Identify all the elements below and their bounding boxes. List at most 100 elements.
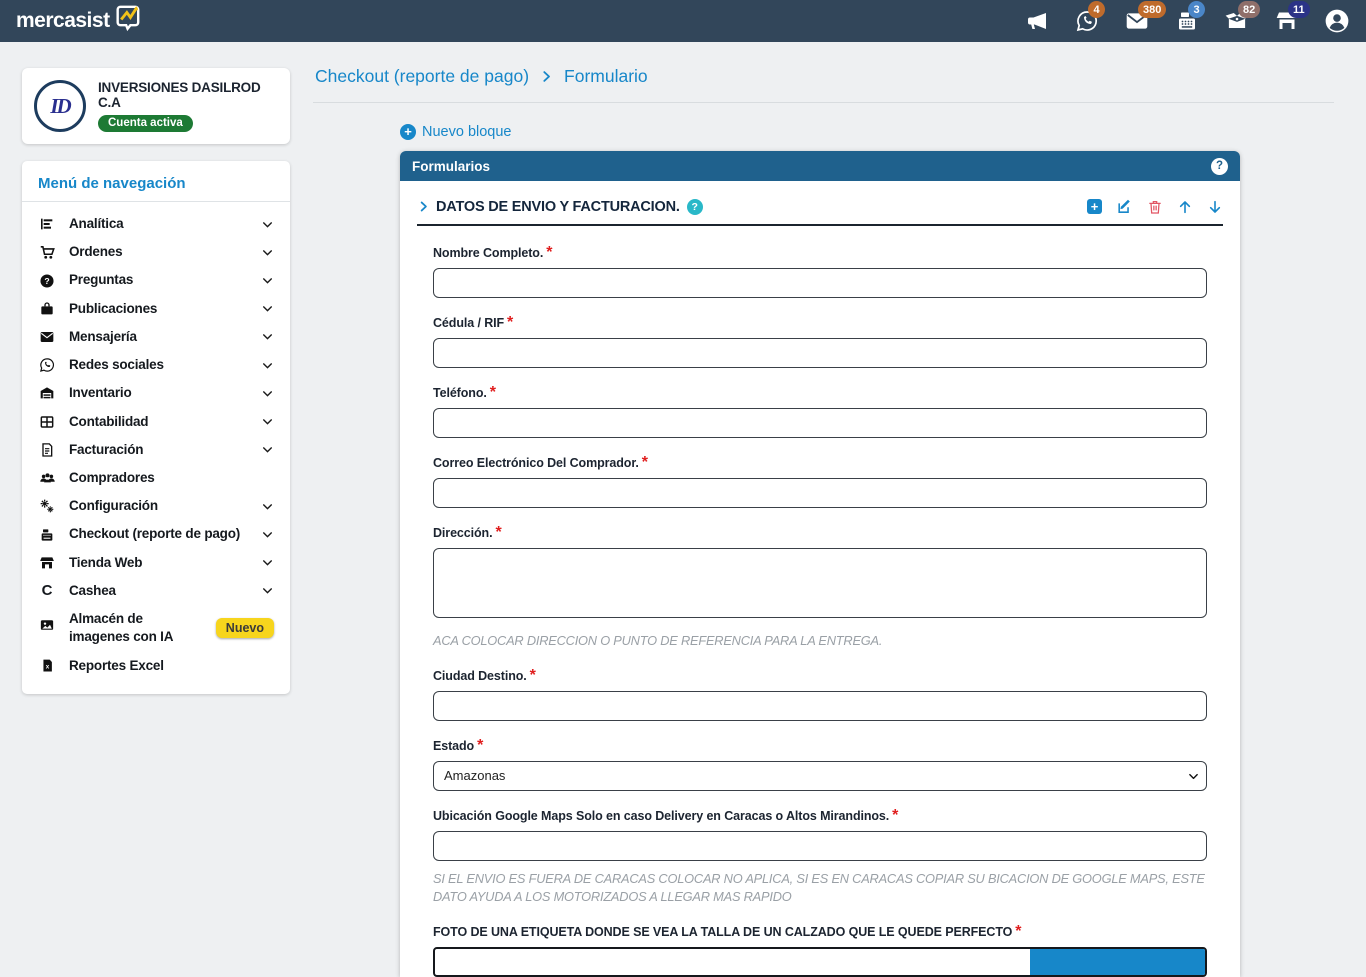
- chevron-down-icon: [261, 359, 274, 372]
- chevron-down-icon: [261, 387, 274, 400]
- breadcrumb-current: Formulario: [564, 66, 648, 87]
- question-circle-icon: ?: [38, 272, 56, 290]
- analytics-icon: [38, 215, 56, 233]
- megaphone-icon[interactable]: [1024, 8, 1050, 34]
- sidebar-item-mensajeria[interactable]: Mensajería: [22, 323, 290, 351]
- field-label: FOTO DE UNA ETIQUETA DONDE SE VEA LA TAL…: [433, 925, 1012, 939]
- panel-body: DATOS DE ENVIO Y FACTURACION. ? + Nombre…: [400, 181, 1240, 977]
- user-avatar[interactable]: [1324, 8, 1350, 34]
- store-icon[interactable]: 11: [1274, 8, 1300, 34]
- section-help-icon[interactable]: ?: [687, 199, 703, 215]
- cash-register-icon[interactable]: 3: [1174, 8, 1200, 34]
- sidebar-item-preguntas[interactable]: ? Preguntas: [22, 266, 290, 294]
- field-ciudad-destino: Ciudad Destino.*: [433, 667, 1207, 721]
- delete-icon[interactable]: [1147, 199, 1163, 215]
- required-asterisk: *: [477, 737, 483, 754]
- cedula-rif-input[interactable]: [433, 338, 1207, 368]
- ubicacion-maps-input[interactable]: [433, 831, 1207, 861]
- company-logo: ID: [34, 80, 86, 132]
- sidebar-item-reportes-excel[interactable]: x Reportes Excel: [22, 652, 290, 680]
- package-box-icon[interactable]: 82: [1224, 8, 1250, 34]
- sidebar-item-label: Ordenes: [69, 243, 122, 261]
- chevron-down-icon: [261, 443, 274, 456]
- required-asterisk: *: [892, 807, 898, 824]
- package-icon: [38, 300, 56, 318]
- chevron-down-icon: [261, 556, 274, 569]
- direccion-textarea[interactable]: [433, 548, 1207, 618]
- file-browse-button[interactable]: [1030, 949, 1205, 975]
- chevron-down-icon: [261, 330, 274, 343]
- sidebar-item-inventario[interactable]: Inventario: [22, 379, 290, 407]
- sidebar-item-contabilidad[interactable]: Contabilidad: [22, 408, 290, 436]
- whatsapp-badge: 4: [1088, 1, 1105, 18]
- sidebar-item-label: Contabilidad: [69, 413, 148, 431]
- field-label: Nombre Completo.: [433, 246, 543, 260]
- gears-icon: [38, 497, 56, 515]
- add-field-button[interactable]: +: [1087, 199, 1102, 214]
- sidebar-item-cashea[interactable]: C Cashea: [22, 577, 290, 605]
- sidebar-item-configuracion[interactable]: Configuración: [22, 492, 290, 520]
- breadcrumb-parent[interactable]: Checkout (reporte de pago): [315, 66, 529, 87]
- new-block-label: Nuevo bloque: [422, 124, 512, 140]
- field-telefono: Teléfono.*: [433, 384, 1207, 438]
- svg-text:?: ?: [44, 276, 49, 286]
- help-icon[interactable]: ?: [1211, 158, 1228, 175]
- field-estado: Estado* Amazonas: [433, 737, 1207, 791]
- brand-logo[interactable]: mercasist: [16, 3, 146, 39]
- chevron-right-icon[interactable]: [417, 200, 430, 213]
- mail-icon[interactable]: 380: [1124, 8, 1150, 34]
- sidebar-item-compradores[interactable]: Compradores: [22, 464, 290, 492]
- field-nombre-completo: Nombre Completo.*: [433, 244, 1207, 298]
- move-up-icon[interactable]: [1177, 199, 1193, 215]
- cart-icon: [38, 243, 56, 261]
- forms-panel: Formularios ? DATOS DE ENVIO Y FACTURACI…: [400, 151, 1240, 977]
- cash-register-badge: 3: [1188, 1, 1205, 18]
- menu-title: Menú de navegación: [22, 173, 290, 202]
- required-asterisk: *: [490, 384, 496, 401]
- nuevo-badge: Nuevo: [216, 618, 274, 638]
- store-badge: 11: [1288, 1, 1310, 18]
- field-label: Teléfono.: [433, 386, 487, 400]
- telefono-input[interactable]: [433, 408, 1207, 438]
- chevron-down-icon: [261, 584, 274, 597]
- sidebar-item-almacen-imagenes[interactable]: Almacén de imagenes con IA Nuevo: [22, 605, 290, 651]
- sidebar-item-analitica[interactable]: Analítica: [22, 210, 290, 238]
- chevron-down-icon: [261, 528, 274, 541]
- panel-header: Formularios ?: [400, 151, 1240, 181]
- sidebar-item-label: Redes sociales: [69, 356, 164, 374]
- chevron-down-icon: [261, 274, 274, 287]
- field-foto-etiqueta: FOTO DE UNA ETIQUETA DONDE SE VEA LA TAL…: [433, 923, 1207, 977]
- sidebar-item-tienda-web[interactable]: Tienda Web: [22, 549, 290, 577]
- move-down-icon[interactable]: [1207, 199, 1223, 215]
- sidebar-item-label: Checkout (reporte de pago): [69, 525, 240, 543]
- sidebar-item-label: Configuración: [69, 497, 158, 515]
- sidebar-item-redes-sociales[interactable]: Redes sociales: [22, 351, 290, 379]
- sidebar-item-checkout[interactable]: Checkout (reporte de pago): [22, 520, 290, 548]
- field-label: Dirección.: [433, 526, 492, 540]
- chevron-down-icon: [261, 246, 274, 259]
- sidebar-item-publicaciones[interactable]: Publicaciones: [22, 295, 290, 323]
- nombre-completo-input[interactable]: [433, 268, 1207, 298]
- whatsapp-icon[interactable]: 4: [1074, 8, 1100, 34]
- field-label: Ubicación Google Maps Solo en caso Deliv…: [433, 809, 889, 823]
- new-block-button[interactable]: + Nuevo bloque: [400, 124, 1240, 140]
- navigation-menu: Menú de navegación Analítica Ordenes ? P…: [22, 161, 290, 694]
- sidebar-item-facturacion[interactable]: Facturación: [22, 436, 290, 464]
- estado-select[interactable]: Amazonas: [433, 761, 1207, 791]
- required-asterisk: *: [1015, 923, 1021, 940]
- store-icon: [38, 554, 56, 572]
- svg-text:x: x: [45, 664, 49, 671]
- sidebar-item-label: Publicaciones: [69, 300, 157, 318]
- sidebar-item-label: Compradores: [69, 469, 155, 487]
- sidebar-item-ordenes[interactable]: Ordenes: [22, 238, 290, 266]
- sidebar-item-label: Tienda Web: [69, 554, 142, 572]
- ciudad-destino-input[interactable]: [433, 691, 1207, 721]
- field-helper-text: SI EL ENVIO ES FUERA DE CARACAS COLOCAR …: [433, 870, 1207, 907]
- required-asterisk: *: [546, 244, 552, 261]
- edit-icon[interactable]: [1116, 198, 1133, 215]
- users-icon: [38, 469, 56, 487]
- navbar-actions: 4 380 3 82 11: [1024, 8, 1350, 34]
- plus-circle-icon: +: [400, 124, 416, 140]
- correo-input[interactable]: [433, 478, 1207, 508]
- file-upload-input[interactable]: [433, 947, 1207, 977]
